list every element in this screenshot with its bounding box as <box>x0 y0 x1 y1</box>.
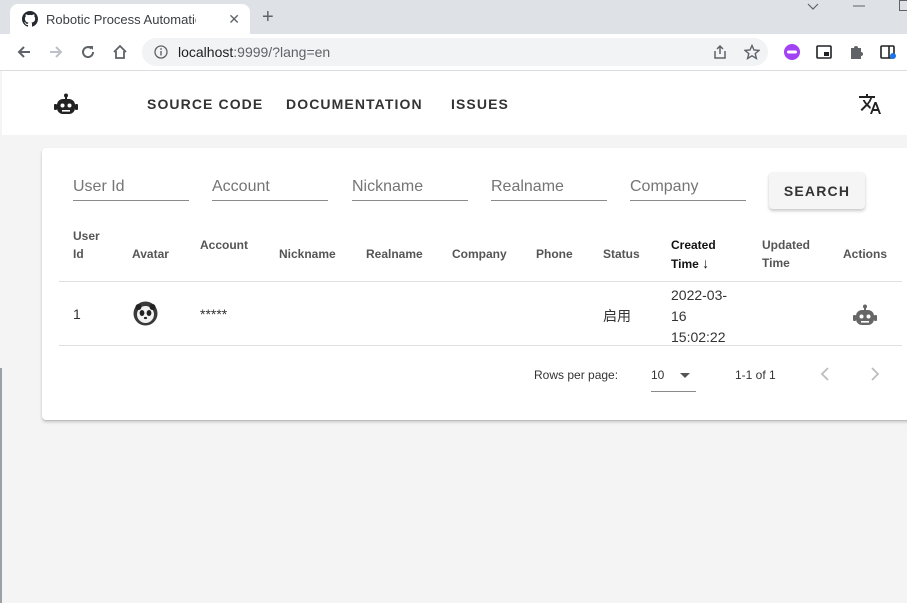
browser-tabbar: Robotic Process Automation Tool ✕ + <box>0 0 907 34</box>
sort-arrow-down-icon[interactable]: ↓ <box>702 255 709 271</box>
rows-per-page-value: 10 <box>651 368 665 382</box>
forward-arrow-icon[interactable] <box>46 42 66 62</box>
translate-icon[interactable] <box>858 92 882 116</box>
extensions-puzzle-icon[interactable] <box>847 43 865 61</box>
header-phone[interactable]: Phone <box>536 245 573 263</box>
tab-title: Robotic Process Automation Tool <box>46 11 196 27</box>
prev-page-icon[interactable] <box>818 366 832 382</box>
header-nickname[interactable]: Nickname <box>279 245 336 263</box>
nickname-input[interactable] <box>352 176 468 198</box>
close-tab-icon[interactable]: ✕ <box>228 11 240 28</box>
realname-input[interactable] <box>491 176 607 198</box>
company-field[interactable] <box>630 176 746 201</box>
nav-issues-link[interactable]: ISSUES <box>451 96 509 112</box>
browser-tab[interactable]: Robotic Process Automation Tool ✕ <box>10 4 250 34</box>
header-updated-time[interactable]: Updated Time <box>762 236 810 272</box>
rows-per-page-select[interactable]: 10 <box>651 364 696 392</box>
maximize-icon[interactable] <box>899 0 907 12</box>
header-realname[interactable]: Realname <box>366 245 423 263</box>
github-icon <box>22 11 38 27</box>
nav-source-code-link[interactable]: SOURCE CODE <box>147 96 263 112</box>
header-user-id[interactable]: User Id <box>73 227 100 263</box>
header-actions: Actions <box>843 247 888 261</box>
nav-documentation-link[interactable]: DOCUMENTATION <box>286 96 423 112</box>
cell-account: ***** <box>200 306 228 322</box>
header-status[interactable]: Status <box>603 245 640 263</box>
chevron-down-icon[interactable] <box>806 2 820 12</box>
minimize-icon[interactable] <box>853 5 865 9</box>
search-button[interactable]: SEARCH <box>769 172 865 209</box>
dropdown-arrow-icon[interactable] <box>679 372 691 380</box>
avatar <box>133 301 158 326</box>
reload-icon[interactable] <box>78 42 98 62</box>
picture-in-picture-icon[interactable] <box>815 43 833 61</box>
account-field[interactable] <box>212 176 328 201</box>
home-icon[interactable] <box>110 42 130 62</box>
back-arrow-icon[interactable] <box>14 42 34 62</box>
info-icon[interactable] <box>154 45 168 59</box>
users-card: SEARCH User Id Avatar Account Nickname R… <box>42 148 907 420</box>
bookmark-star-icon[interactable] <box>744 44 760 60</box>
cell-status: 启用 <box>603 308 631 324</box>
next-page-icon[interactable] <box>868 366 882 382</box>
user-id-field[interactable] <box>73 176 189 201</box>
account-input[interactable] <box>212 176 328 198</box>
left-edge-line <box>0 368 2 603</box>
pagination-range: 1-1 of 1 <box>735 368 776 382</box>
new-tab-button[interactable]: + <box>262 6 274 29</box>
header-account[interactable]: Account <box>200 236 248 254</box>
rows-per-page-label: Rows per page: <box>534 368 619 382</box>
browser-toolbar: localhost:9999/?lang=en <box>0 34 907 71</box>
cell-user-id: 1 <box>73 306 81 322</box>
realname-field[interactable] <box>491 176 607 201</box>
row-divider <box>59 345 902 346</box>
url-text: localhost:9999/?lang=en <box>178 44 330 60</box>
side-panel-icon[interactable] <box>879 43 897 61</box>
header-avatar: Avatar <box>132 247 169 261</box>
app-header: SOURCE CODE DOCUMENTATION ISSUES <box>2 71 907 135</box>
company-input[interactable] <box>630 176 746 198</box>
header-divider <box>59 281 902 282</box>
url-path: :9999/?lang=en <box>233 44 331 60</box>
extension-purple-icon[interactable] <box>783 43 801 61</box>
address-bar[interactable]: localhost:9999/?lang=en <box>142 38 768 66</box>
header-company[interactable]: Company <box>452 245 507 263</box>
cell-created-time: 2022-03- 16 15:02:22 <box>671 287 728 345</box>
header-created-time[interactable]: Created Time ↓ <box>671 236 716 273</box>
nickname-field[interactable] <box>352 176 468 201</box>
robot-action-icon[interactable] <box>853 304 877 326</box>
user-id-input[interactable] <box>73 176 189 198</box>
robot-logo-icon[interactable] <box>54 93 78 115</box>
share-icon[interactable] <box>712 44 728 60</box>
url-host: localhost <box>178 44 234 60</box>
